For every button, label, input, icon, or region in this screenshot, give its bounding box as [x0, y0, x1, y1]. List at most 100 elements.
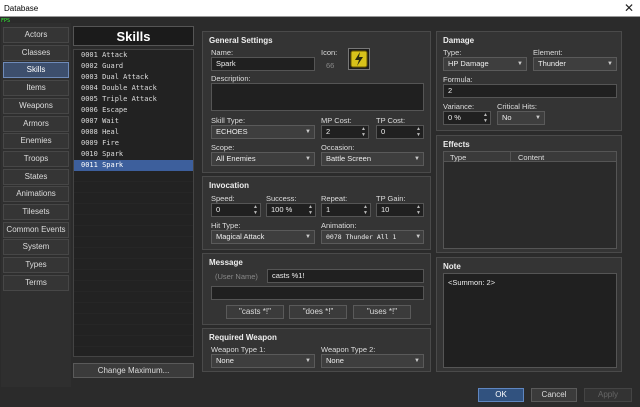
- invocation-title: Invocation: [209, 181, 250, 190]
- tp-gain-stepper[interactable]: 10 ▲ ▼: [376, 203, 424, 217]
- description-field[interactable]: [211, 83, 424, 111]
- does-template-button[interactable]: "does *!": [289, 305, 347, 319]
- skill-list-empty-row[interactable]: [74, 204, 193, 215]
- close-icon[interactable]: ✕: [624, 1, 634, 15]
- skill-list-empty-row[interactable]: [74, 248, 193, 259]
- skill-list-item[interactable]: 0004 Double Attack: [74, 83, 193, 94]
- skill-list-empty-row[interactable]: [74, 193, 193, 204]
- speed-label: Speed:: [211, 194, 235, 203]
- category-tab-system[interactable]: System: [3, 239, 69, 256]
- category-tab-enemies[interactable]: Enemies: [3, 133, 69, 150]
- message-line1-field[interactable]: casts %1!: [267, 269, 424, 283]
- tp-cost-stepper[interactable]: 0 ▲ ▼: [376, 125, 424, 139]
- skill-list-item[interactable]: 0005 Triple Attack: [74, 94, 193, 105]
- skill-list-empty-row[interactable]: [74, 226, 193, 237]
- skill-list-empty-row[interactable]: [74, 281, 193, 292]
- skill-list-empty-row[interactable]: [74, 215, 193, 226]
- skill-list-empty-row[interactable]: [74, 292, 193, 303]
- category-tab-animations[interactable]: Animations: [3, 186, 69, 203]
- name-field[interactable]: Spark: [211, 57, 315, 71]
- success-stepper[interactable]: 100 % ▲ ▼: [266, 203, 316, 217]
- apply-button[interactable]: Apply: [584, 388, 632, 402]
- chevron-down-icon: ▼: [535, 115, 541, 121]
- speed-stepper[interactable]: 0 ▲ ▼: [211, 203, 261, 217]
- stepper-arrows-icon[interactable]: ▲ ▼: [361, 126, 366, 138]
- skill-type-label: Skill Type:: [211, 116, 246, 125]
- effects-table-header: Type Content: [444, 152, 616, 162]
- skill-list-item[interactable]: 0009 Fire: [74, 138, 193, 149]
- skill-list-empty-row[interactable]: [74, 303, 193, 314]
- skill-list-item[interactable]: 0008 Heal: [74, 127, 193, 138]
- category-tab-states[interactable]: States: [3, 168, 69, 185]
- skill-list-empty-row[interactable]: [74, 270, 193, 281]
- category-tab-common-events[interactable]: Common Events: [3, 221, 69, 238]
- ok-button[interactable]: OK: [478, 388, 524, 402]
- message-title: Message: [209, 258, 243, 267]
- stepper-arrows-icon[interactable]: ▲ ▼: [363, 204, 368, 216]
- note-field[interactable]: <Summon: 2>: [443, 273, 617, 368]
- success-label: Success:: [266, 194, 297, 203]
- animation-select[interactable]: 0078 Thunder All 1 ▼: [321, 230, 424, 244]
- category-tab-actors[interactable]: Actors: [3, 27, 69, 43]
- general-settings-title: General Settings: [209, 36, 273, 45]
- uses-template-button[interactable]: "uses *!": [353, 305, 411, 319]
- skills-list[interactable]: 0001 Attack 0002 Guard 0003 Dual Attack 000…: [73, 49, 194, 357]
- stepper-arrows-icon[interactable]: ▲ ▼: [416, 126, 421, 138]
- critical-hits-select[interactable]: No ▼: [497, 111, 545, 125]
- skill-list-item[interactable]: 0003 Dual Attack: [74, 72, 193, 83]
- hit-type-label: Hit Type:: [211, 221, 241, 230]
- skill-list-item[interactable]: 0001 Attack: [74, 50, 193, 61]
- category-tab-weapons[interactable]: Weapons: [3, 97, 69, 114]
- skills-panel-title: Skills: [73, 26, 194, 46]
- skill-list-item[interactable]: 0006 Escape: [74, 105, 193, 116]
- category-tab-troops[interactable]: Troops: [3, 150, 69, 167]
- effects-table[interactable]: Type Content: [443, 151, 617, 249]
- casts-template-button[interactable]: "casts *!": [226, 305, 284, 319]
- repeat-stepper[interactable]: 1 ▲ ▼: [321, 203, 371, 217]
- skill-list-empty-row[interactable]: [74, 336, 193, 347]
- skill-list-empty-row[interactable]: [74, 314, 193, 325]
- mp-cost-stepper[interactable]: 2 ▲ ▼: [321, 125, 369, 139]
- weapon-type1-select[interactable]: None ▼: [211, 354, 315, 368]
- stepper-arrows-icon[interactable]: ▲ ▼: [483, 112, 488, 124]
- column-divider: [510, 152, 511, 162]
- stepper-arrows-icon[interactable]: ▲ ▼: [253, 204, 258, 216]
- skill-list-item[interactable]: 0002 Guard: [74, 61, 193, 72]
- occasion-label: Occasion:: [321, 143, 355, 152]
- skill-icon-picker[interactable]: [348, 48, 370, 70]
- occasion-select[interactable]: Battle Screen ▼: [321, 152, 424, 166]
- damage-type-select[interactable]: HP Damage ▼: [443, 57, 527, 71]
- category-tab-items[interactable]: Items: [3, 80, 69, 97]
- category-tab-terms[interactable]: Terms: [3, 274, 69, 291]
- skill-list-empty-row[interactable]: [74, 325, 193, 336]
- category-tab-skills[interactable]: Skills: [3, 62, 69, 79]
- weapon-type2-value: None: [326, 356, 344, 365]
- weapon-type2-select[interactable]: None ▼: [321, 354, 424, 368]
- cancel-button[interactable]: Cancel: [531, 388, 577, 402]
- skill-list-empty-row[interactable]: [74, 171, 193, 182]
- scope-select[interactable]: All Enemies ▼: [211, 152, 315, 166]
- message-line2-field[interactable]: [211, 286, 424, 300]
- category-tab-tilesets[interactable]: Tilesets: [3, 204, 69, 220]
- skill-list-item[interactable]: 0011 Spark: [74, 160, 193, 171]
- category-tab-classes[interactable]: Classes: [3, 44, 69, 61]
- category-tab-armors[interactable]: Armors: [3, 115, 69, 132]
- variance-stepper[interactable]: 0 % ▲ ▼: [443, 111, 491, 125]
- element-value: Thunder: [538, 59, 566, 68]
- change-maximum-button[interactable]: Change Maximum...: [73, 363, 194, 378]
- stepper-arrows-icon[interactable]: ▲ ▼: [308, 204, 313, 216]
- skill-list-empty-row[interactable]: [74, 259, 193, 270]
- skill-list-empty-row[interactable]: [74, 182, 193, 193]
- skill-list-item[interactable]: 0010 Spark: [74, 149, 193, 160]
- category-tab-types[interactable]: Types: [3, 257, 69, 274]
- formula-field[interactable]: 2: [443, 84, 617, 98]
- hit-type-select[interactable]: Magical Attack ▼: [211, 230, 315, 244]
- tp-cost-label: TP Cost:: [376, 116, 406, 125]
- stepper-arrows-icon[interactable]: ▲ ▼: [416, 204, 421, 216]
- chevron-down-icon: ▼: [305, 129, 311, 135]
- skill-list-item[interactable]: 0007 Wait: [74, 116, 193, 127]
- skill-type-select[interactable]: ECHOES ▼: [211, 125, 315, 139]
- lightning-icon: [350, 50, 368, 68]
- element-select[interactable]: Thunder ▼: [533, 57, 617, 71]
- skill-list-empty-row[interactable]: [74, 237, 193, 248]
